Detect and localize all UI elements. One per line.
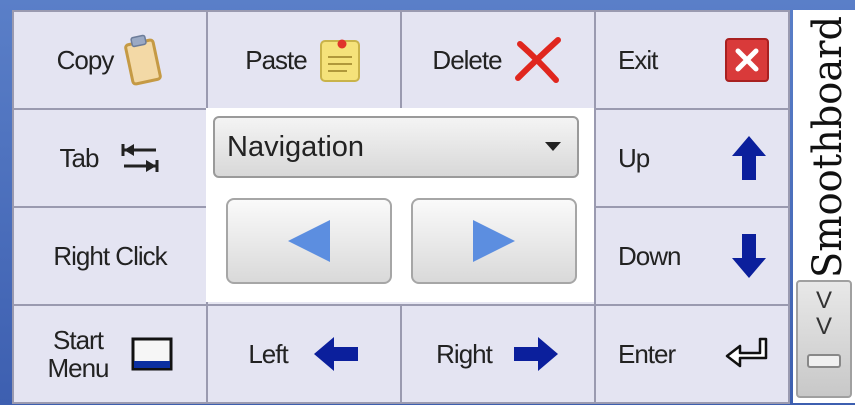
left-triangle-icon (288, 220, 330, 262)
scroll-down-top-label: V (815, 287, 832, 314)
paste-label: Paste (245, 44, 307, 75)
red-x-icon (514, 37, 561, 83)
right-label: Right (436, 338, 493, 369)
right-click-button[interactable]: Right Click (12, 206, 208, 306)
nav-prev-button[interactable] (226, 198, 392, 284)
navigation-dropdown[interactable]: Navigation (213, 116, 579, 178)
copy-button[interactable]: Copy (12, 10, 208, 110)
up-arrow-icon (732, 136, 766, 180)
nav-next-button[interactable] (411, 198, 577, 284)
start-menu-label-line1: Start (53, 325, 104, 355)
navigation-dropdown-value: Navigation (227, 130, 365, 163)
enter-button[interactable]: Enter (594, 304, 790, 404)
right-button[interactable]: Right (400, 304, 596, 404)
scroll-down-mid-label: V (815, 313, 832, 340)
tab-button[interactable]: Tab (12, 108, 208, 208)
exit-button[interactable]: Exit (594, 10, 790, 110)
brand-logo: Smoothboard (805, 16, 851, 278)
left-arrow-icon (313, 337, 358, 371)
start-menu-label: Start Menu (47, 325, 109, 383)
down-button[interactable]: Down (594, 206, 790, 306)
scroll-control[interactable]: V V (796, 280, 852, 398)
right-click-label: Right Click (53, 240, 167, 271)
tab-label: Tab (59, 142, 100, 173)
down-arrow-icon (732, 234, 766, 278)
tab-arrows-icon (121, 144, 159, 172)
copy-label: Copy (56, 44, 115, 75)
delete-button[interactable]: Delete (400, 10, 596, 110)
up-label: Up (618, 142, 650, 173)
scroll-thumb[interactable] (807, 354, 841, 368)
exit-label: Exit (618, 44, 658, 75)
enter-icon (725, 337, 768, 368)
start-menu-label-line2: Menu (47, 353, 109, 383)
start-menu-button[interactable]: Start Menu (12, 304, 208, 404)
right-arrow-icon (513, 337, 558, 371)
clipboard-icon (124, 34, 163, 86)
right-triangle-icon (473, 220, 515, 262)
paste-button[interactable]: Paste (206, 10, 402, 110)
taskbar-icon (131, 337, 173, 371)
sticky-note-icon (319, 39, 360, 82)
brand-name: Smoothboard (805, 16, 851, 278)
up-button[interactable]: Up (594, 108, 790, 208)
chevron-down-icon (545, 142, 561, 151)
down-label: Down (618, 240, 681, 271)
left-button[interactable]: Left (206, 304, 402, 404)
delete-label: Delete (432, 44, 502, 75)
left-label: Left (248, 338, 288, 369)
close-icon (725, 38, 769, 82)
enter-label: Enter (618, 338, 676, 369)
